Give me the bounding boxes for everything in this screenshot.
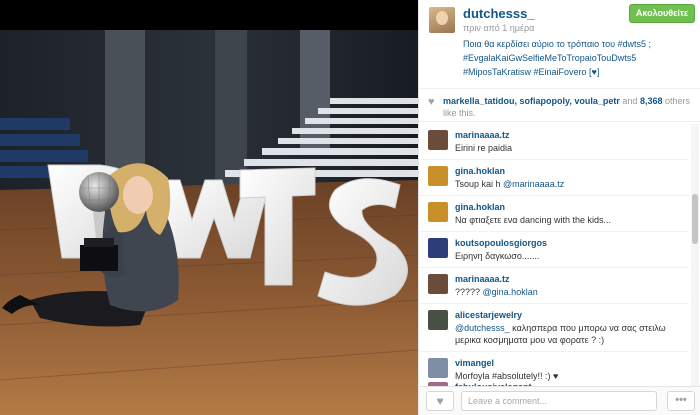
comment-text: Eirini re paidia bbox=[455, 143, 513, 153]
heart-icon: ♥ bbox=[436, 394, 444, 408]
scrollbar-thumb[interactable] bbox=[692, 194, 698, 244]
comment-mention[interactable]: @gina.hoklan bbox=[483, 287, 538, 297]
comment-input[interactable] bbox=[461, 391, 657, 411]
commenter-avatar[interactable] bbox=[428, 238, 448, 258]
comment-item: koutsopoulosgiorgos Ειρηνη δαγκωσο......… bbox=[419, 232, 689, 268]
likers-list[interactable]: markella_tatidou, sofiapopoly, voula_pet… bbox=[443, 96, 620, 106]
comment-mention[interactable]: @dutchesss_ bbox=[455, 323, 510, 333]
likes-and: and bbox=[622, 96, 638, 106]
likes-text: markella_tatidou, sofiapopoly, voula_pet… bbox=[443, 95, 693, 119]
comments-scrollbar[interactable] bbox=[691, 124, 699, 386]
like-button[interactable]: ♥ bbox=[426, 391, 454, 411]
commenter-avatar[interactable] bbox=[428, 358, 448, 378]
comment-text: Να φτιαξετε ενα dancing with the kids... bbox=[455, 215, 612, 225]
likes-summary: ♥ markella_tatidou, sofiapopoly, voula_p… bbox=[419, 88, 700, 122]
likes-count[interactable]: 8,368 bbox=[640, 96, 663, 106]
comment-text: Ειρηνη δαγκωσο....... bbox=[455, 251, 540, 261]
commenter-username[interactable]: marinaaaa.tz bbox=[455, 130, 510, 140]
heart-icon: ♥ bbox=[428, 96, 435, 108]
comment-item: marinaaaa.tz ????? @gina.hoklan bbox=[419, 268, 689, 304]
commenter-username[interactable]: koutsopoulosgiorgos bbox=[455, 238, 547, 248]
commenter-avatar[interactable] bbox=[428, 310, 448, 330]
post-header: dutchesss_ πριν από 1 ημέρα Ακολουθείτε … bbox=[419, 0, 700, 88]
commenter-avatar[interactable] bbox=[428, 130, 448, 150]
more-options-button[interactable]: ••• bbox=[667, 391, 695, 411]
commenter-username[interactable]: gina.hoklan bbox=[455, 202, 505, 212]
commenter-avatar[interactable] bbox=[428, 202, 448, 222]
comment-item: marinaaaa.tz Eirini re paidia bbox=[419, 124, 689, 160]
caption-line-3[interactable]: #MiposTaKratisw #EinaiFovero [♥] bbox=[463, 65, 693, 79]
commenter-username[interactable]: marinaaaa.tz bbox=[455, 274, 510, 284]
comment-composer: ♥ ••• bbox=[419, 386, 700, 415]
comment-list: marinaaaa.tz Eirini re paidia gina.hokla… bbox=[419, 124, 689, 386]
comment-item: fabulousivelegant bbox=[419, 376, 689, 386]
comment-item: alicestarjewelry @dutchesss_ καλησπερα π… bbox=[419, 304, 689, 352]
following-button[interactable]: Ακολουθείτε bbox=[629, 4, 695, 23]
comment-text: Tsoup kai h @marinaaaa.tz bbox=[455, 179, 565, 189]
post-photo bbox=[0, 0, 418, 415]
owner-avatar[interactable] bbox=[429, 7, 455, 33]
commenter-username[interactable]: vimangel bbox=[455, 358, 494, 368]
comment-text: ????? @gina.hoklan bbox=[455, 287, 538, 297]
caption-line-1: Ποια θα κερδίσει αύριο το τρόπαιο του #d… bbox=[463, 39, 652, 49]
commenter-username[interactable]: alicestarjewelry bbox=[455, 310, 522, 320]
comment-item: gina.hoklan Tsoup kai h @marinaaaa.tz bbox=[419, 160, 689, 196]
photo-scene bbox=[0, 0, 418, 415]
post-details-panel: dutchesss_ πριν από 1 ημέρα Ακολουθείτε … bbox=[418, 0, 700, 415]
commenter-avatar[interactable] bbox=[428, 166, 448, 186]
commenter-username[interactable]: gina.hoklan bbox=[455, 166, 505, 176]
comment-text: @dutchesss_ καλησπερα που μπορω να σας σ… bbox=[455, 323, 666, 345]
post-caption: Ποια θα κερδίσει αύριο το τρόπαιο του #d… bbox=[463, 37, 693, 79]
caption-line-2[interactable]: #EvgalaKaiGwSelfieMeToTropaioTouDwts5 bbox=[463, 51, 693, 65]
comment-item: gina.hoklan Να φτιαξετε ενα dancing with… bbox=[419, 196, 689, 232]
post-timestamp[interactable]: πριν από 1 ημέρα bbox=[463, 23, 534, 33]
commenter-avatar[interactable] bbox=[428, 274, 448, 294]
owner-username[interactable]: dutchesss_ bbox=[463, 6, 535, 21]
comment-mention[interactable]: @marinaaaa.tz bbox=[503, 179, 564, 189]
